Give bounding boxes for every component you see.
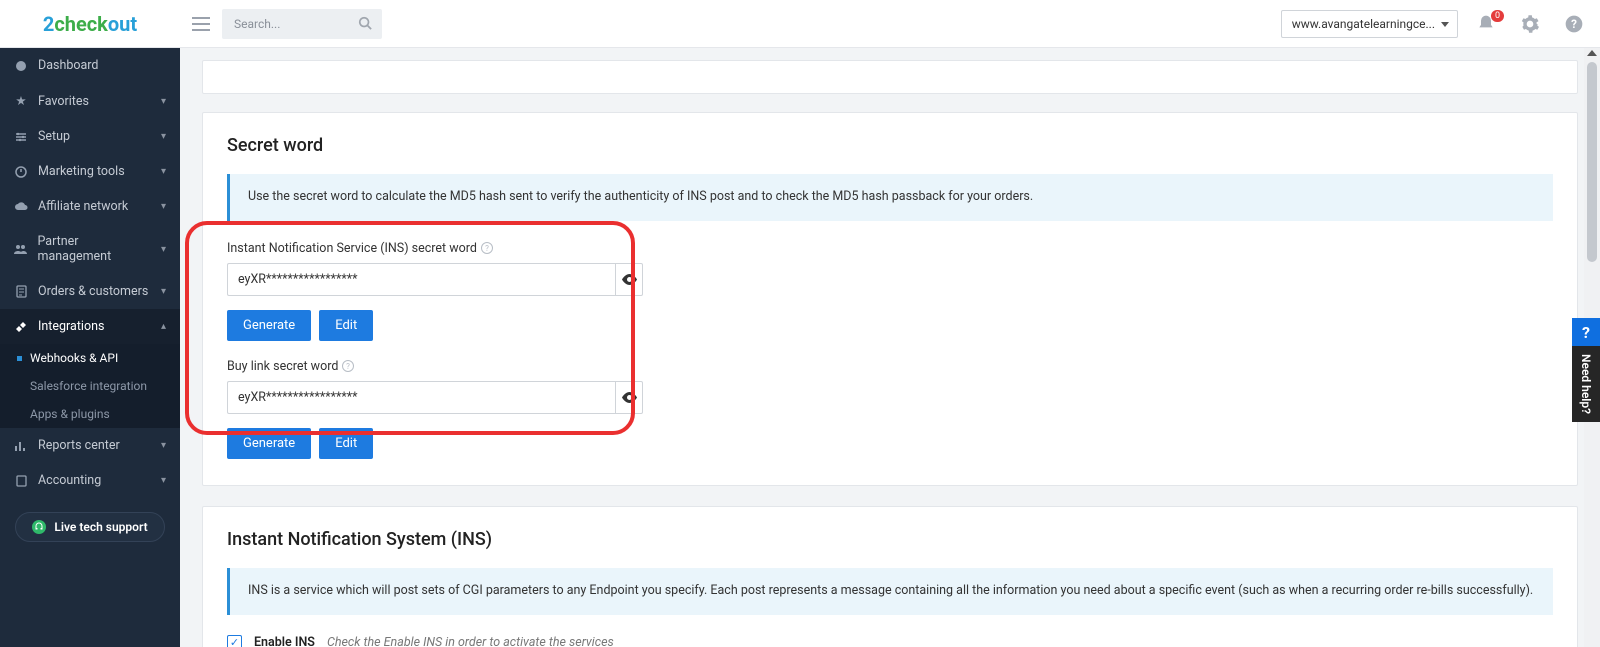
chevron-down-icon: ▾ (161, 475, 166, 486)
sidebar-item-integrations[interactable]: Integrations ▴ (0, 309, 180, 344)
topbar: 2checkout www.avangatelearningce... 0 ? (0, 0, 1600, 48)
chevron-down-icon: ▾ (161, 166, 166, 177)
chevron-down-icon: ▾ (161, 286, 166, 297)
chevron-up-icon: ▴ (161, 321, 166, 332)
dashboard-icon (14, 60, 28, 72)
sidebar-item-favorites[interactable]: ★ Favorites ▾ (0, 83, 180, 119)
secret-word-title: Secret word (227, 135, 1553, 156)
card-previous (202, 60, 1578, 94)
sidebar-sub-salesforce[interactable]: Salesforce integration (0, 372, 180, 400)
main-content: Secret word Use the secret word to calcu… (180, 48, 1600, 647)
help-icon[interactable]: ? (1558, 14, 1590, 34)
chart-icon (14, 440, 28, 452)
secret-word-info: Use the secret word to calculate the MD5… (227, 174, 1553, 221)
help-question-icon: ? (1572, 318, 1600, 346)
sidebar-item-dashboard[interactable]: Dashboard (0, 48, 180, 83)
account-selector[interactable]: www.avangatelearningce... (1281, 10, 1458, 38)
help-icon[interactable]: ? (342, 360, 354, 372)
ins-secret-label: Instant Notification Service (INS) secre… (227, 241, 1553, 256)
sidebar-label: Marketing tools (38, 164, 125, 179)
sidebar-item-reports[interactable]: Reports center ▾ (0, 428, 180, 463)
scroll-up-icon[interactable] (1587, 50, 1597, 56)
sidebar-item-affiliate[interactable]: Affiliate network ▾ (0, 189, 180, 224)
buy-secret-label: Buy link secret word ? (227, 359, 1553, 374)
enable-ins-checkbox[interactable] (227, 635, 242, 647)
sidebar-label: Partner management (37, 234, 150, 264)
enable-ins-label: Enable INS (254, 635, 315, 647)
need-help-label: Need help? (1579, 346, 1593, 422)
sidebar-label: Orders & customers (38, 284, 148, 299)
secret-word-card: Secret word Use the secret word to calcu… (202, 112, 1578, 486)
reveal-ins-secret-button[interactable] (615, 263, 643, 296)
chevron-down-icon: ▾ (161, 96, 166, 107)
notifications-icon[interactable]: 0 (1470, 14, 1502, 34)
edit-ins-button[interactable]: Edit (319, 310, 373, 341)
sidebar-label: Affiliate network (38, 199, 128, 214)
sliders-icon (14, 131, 28, 143)
chevron-down-icon: ▾ (161, 201, 166, 212)
sidebar-label: Reports center (38, 438, 120, 453)
live-support-button[interactable]: Live tech support (15, 512, 164, 542)
help-icon[interactable]: ? (481, 242, 493, 254)
cloud-icon (14, 202, 28, 212)
generate-buy-button[interactable]: Generate (227, 428, 311, 459)
chevron-down-icon: ▾ (161, 440, 166, 451)
svg-text:?: ? (485, 244, 489, 253)
need-help-tab[interactable]: ? Need help? (1572, 318, 1600, 422)
headset-icon (32, 520, 46, 534)
sidebar: Dashboard ★ Favorites ▾ Setup ▾ Marketin… (0, 48, 180, 647)
generate-ins-button[interactable]: Generate (227, 310, 311, 341)
sidebar-sub-integrations: Webhooks & API Salesforce integration Ap… (0, 344, 180, 428)
ins-secret-input[interactable] (227, 263, 615, 296)
support-label: Live tech support (54, 520, 147, 534)
sidebar-label: Integrations (38, 319, 104, 334)
scrollbar-thumb[interactable] (1587, 62, 1597, 262)
chevron-down-icon: ▾ (161, 131, 166, 142)
logo[interactable]: 2checkout (0, 12, 180, 36)
sidebar-item-setup[interactable]: Setup ▾ (0, 119, 180, 154)
sidebar-item-marketing[interactable]: Marketing tools ▾ (0, 154, 180, 189)
svg-text:?: ? (1571, 17, 1577, 31)
calculator-icon (14, 475, 28, 487)
svg-text:?: ? (346, 362, 350, 371)
star-icon: ★ (14, 93, 28, 109)
sidebar-label: Setup (38, 129, 70, 144)
clipboard-icon (14, 285, 28, 298)
notif-badge: 0 (1491, 10, 1504, 22)
eye-icon (622, 274, 637, 285)
megaphone-icon (14, 166, 28, 178)
plug-icon (14, 321, 28, 333)
sidebar-item-orders[interactable]: Orders & customers ▾ (0, 274, 180, 309)
sidebar-label: Favorites (38, 94, 89, 109)
sidebar-item-accounting[interactable]: Accounting ▾ (0, 463, 180, 498)
search-wrap (222, 9, 382, 39)
search-icon[interactable] (358, 16, 372, 30)
edit-buy-button[interactable]: Edit (319, 428, 373, 459)
sidebar-label: Dashboard (38, 58, 98, 73)
ins-title: Instant Notification System (INS) (227, 529, 1553, 550)
ins-info: INS is a service which will post sets of… (227, 568, 1553, 615)
sidebar-label: Accounting (38, 473, 101, 488)
sidebar-sub-webhooks[interactable]: Webhooks & API (0, 344, 180, 372)
ins-card: Instant Notification System (INS) INS is… (202, 506, 1578, 647)
buy-secret-input[interactable] (227, 381, 615, 414)
menu-toggle[interactable] (192, 17, 210, 31)
settings-icon[interactable] (1514, 14, 1546, 34)
enable-ins-hint: Check the Enable INS in order to activat… (327, 635, 614, 647)
reveal-buy-secret-button[interactable] (615, 381, 643, 414)
users-icon (14, 244, 27, 255)
sidebar-item-partner[interactable]: Partner management ▾ (0, 224, 180, 274)
chevron-down-icon: ▾ (161, 244, 166, 255)
eye-icon (622, 392, 637, 403)
sidebar-sub-apps[interactable]: Apps & plugins (0, 400, 180, 428)
